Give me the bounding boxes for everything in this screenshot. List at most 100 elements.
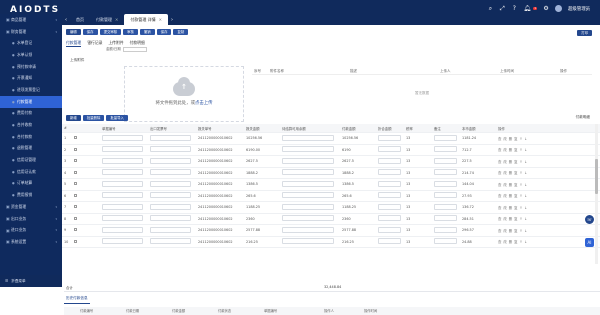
row-action-icon[interactable]: 改 bbox=[503, 137, 506, 141]
doc-number-input[interactable] bbox=[102, 157, 144, 164]
doc-number-input[interactable] bbox=[102, 169, 144, 176]
row-action-icon[interactable]: ↓ bbox=[524, 137, 527, 141]
converted-amount-input[interactable] bbox=[378, 238, 402, 245]
row-action-icon[interactable]: 复 bbox=[514, 194, 517, 198]
table-row[interactable]: 9 2411200000010602 2577.88 2577.88 13 296.57 查… bbox=[62, 225, 600, 237]
batch-import-button[interactable]: 批量导入 bbox=[106, 115, 128, 121]
row-action-icon[interactable]: 删 bbox=[509, 183, 512, 187]
sidebar-item[interactable]: ● 水单登记 bbox=[0, 37, 62, 49]
converted-amount-input[interactable] bbox=[378, 157, 402, 164]
row-checkbox[interactable] bbox=[74, 182, 77, 186]
subtab-payment[interactable]: 付款管理 bbox=[66, 40, 82, 47]
sidebar-item[interactable]: ● 订单结算 bbox=[0, 178, 62, 190]
user-name[interactable]: 超级管理员 bbox=[568, 6, 590, 12]
settings-icon[interactable]: ⚙ bbox=[543, 5, 549, 12]
doc-number-input[interactable] bbox=[102, 180, 144, 187]
table-row[interactable]: 1 2411200000010602 10256.56 10256.56 13 1181.… bbox=[62, 133, 600, 145]
row-checkbox[interactable] bbox=[74, 136, 77, 140]
row-checkbox[interactable] bbox=[74, 170, 77, 174]
available-balance-input[interactable] bbox=[282, 226, 335, 233]
row-action-icon[interactable]: 查 bbox=[498, 137, 501, 141]
row-action-icon[interactable]: ↑ bbox=[520, 183, 523, 187]
doc-number-input[interactable] bbox=[102, 203, 144, 210]
edit-button[interactable]: 编辑 bbox=[66, 29, 81, 35]
remark-input[interactable] bbox=[434, 238, 458, 245]
row-action-icon[interactable]: 查 bbox=[498, 183, 501, 187]
review-button[interactable]: 审核 bbox=[123, 29, 138, 35]
row-action-icon[interactable]: 删 bbox=[509, 137, 512, 141]
row-action-icon[interactable]: 查 bbox=[498, 160, 501, 164]
row-checkbox[interactable] bbox=[74, 228, 77, 232]
row-action-icon[interactable]: 删 bbox=[509, 171, 512, 175]
sidebar-item[interactable]: ● 合并收款 bbox=[0, 119, 62, 131]
row-action-icon[interactable]: 查 bbox=[498, 171, 501, 175]
row-action-icon[interactable]: 复 bbox=[514, 183, 517, 187]
row-action-icon[interactable]: ↓ bbox=[524, 148, 527, 152]
row-action-icon[interactable]: ↓ bbox=[524, 229, 527, 233]
row-action-icon[interactable]: 改 bbox=[503, 160, 506, 164]
tab-payment-management[interactable]: 付款管理 ✕ bbox=[90, 14, 124, 25]
available-balance-input[interactable] bbox=[282, 238, 335, 245]
row-action-icon[interactable]: 复 bbox=[514, 171, 517, 175]
remark-input[interactable] bbox=[434, 215, 458, 222]
row-action-icon[interactable]: ↓ bbox=[524, 183, 527, 187]
row-checkbox[interactable] bbox=[74, 239, 77, 243]
sidebar-item[interactable]: ● 信用证认款 bbox=[0, 166, 62, 178]
sidebar-item[interactable]: ● 费用付款 bbox=[0, 108, 62, 120]
row-action-icon[interactable]: 删 bbox=[509, 206, 512, 210]
converted-amount-input[interactable] bbox=[378, 146, 402, 153]
save-button-2[interactable]: 保存 bbox=[156, 29, 172, 35]
invoice-number-input[interactable] bbox=[150, 169, 192, 176]
vertical-scrollbar[interactable] bbox=[595, 124, 598, 264]
upload-link[interactable]: 点击上传 bbox=[195, 101, 213, 106]
invoice-number-input[interactable] bbox=[150, 238, 192, 245]
row-action-icon[interactable]: ↓ bbox=[524, 160, 527, 164]
invoice-number-input[interactable] bbox=[150, 134, 192, 141]
doc-number-input[interactable] bbox=[102, 238, 144, 245]
remark-input[interactable] bbox=[434, 203, 458, 210]
row-action-icon[interactable]: 改 bbox=[503, 148, 506, 152]
remark-input[interactable] bbox=[434, 146, 458, 153]
available-balance-input[interactable] bbox=[282, 203, 335, 210]
row-action-icon[interactable]: ↓ bbox=[524, 171, 527, 175]
sidebar-item[interactable]: ● 合付款款 bbox=[0, 131, 62, 143]
row-action-icon[interactable]: 改 bbox=[503, 240, 506, 244]
row-action-icon[interactable]: ↓ bbox=[524, 206, 527, 210]
sidebar-item[interactable]: ▣ 商品管理 ▾ bbox=[0, 14, 62, 26]
copy-button[interactable]: 复制 bbox=[173, 29, 189, 35]
row-action-icon[interactable]: 删 bbox=[509, 240, 512, 244]
converted-amount-input[interactable] bbox=[378, 169, 402, 176]
table-row[interactable]: 5 2411200000010602 1386.5 1386.5 13 144.04 查改删… bbox=[62, 179, 600, 191]
invoice-number-input[interactable] bbox=[150, 157, 192, 164]
invoice-number-input[interactable] bbox=[150, 192, 192, 199]
sidebar-item[interactable]: ▣ 资金管理 ▾ bbox=[0, 201, 62, 213]
row-action-icon[interactable]: 查 bbox=[498, 229, 501, 233]
close-icon[interactable]: ✕ bbox=[115, 17, 118, 22]
doc-number-input[interactable] bbox=[102, 192, 144, 199]
converted-amount-input[interactable] bbox=[378, 226, 402, 233]
row-action-icon[interactable]: ↑ bbox=[520, 148, 523, 152]
row-checkbox[interactable] bbox=[74, 147, 77, 151]
row-checkbox[interactable] bbox=[74, 205, 77, 209]
remark-input[interactable] bbox=[434, 226, 458, 233]
tab-home[interactable]: 首页 bbox=[70, 14, 90, 25]
sidebar-item[interactable]: ▣ 进口业务 ▾ bbox=[0, 224, 62, 236]
row-action-icon[interactable]: 复 bbox=[514, 217, 517, 221]
add-button[interactable]: 新增 bbox=[66, 115, 81, 121]
row-action-icon[interactable]: ↑ bbox=[520, 217, 523, 221]
row-action-icon[interactable]: ↑ bbox=[520, 171, 523, 175]
sidebar-item[interactable]: ▣ 出口业务 ▾ bbox=[0, 213, 62, 225]
converted-amount-input[interactable] bbox=[378, 192, 402, 199]
collapse-menu[interactable]: ☰ 折叠菜单 bbox=[0, 275, 62, 287]
doc-number-input[interactable] bbox=[102, 146, 144, 153]
doc-number-input[interactable] bbox=[102, 134, 144, 141]
row-action-icon[interactable]: 删 bbox=[509, 217, 512, 221]
available-balance-input[interactable] bbox=[282, 157, 335, 164]
row-action-icon[interactable]: 查 bbox=[498, 194, 501, 198]
sidebar-item[interactable]: ● 水单认领 bbox=[0, 49, 62, 61]
row-action-icon[interactable]: ↓ bbox=[524, 217, 527, 221]
doc-number-input[interactable] bbox=[102, 226, 144, 233]
row-action-icon[interactable]: 删 bbox=[509, 160, 512, 164]
row-action-icon[interactable]: ↑ bbox=[520, 137, 523, 141]
sidebar-item[interactable]: ● 付款管理 bbox=[0, 95, 62, 108]
